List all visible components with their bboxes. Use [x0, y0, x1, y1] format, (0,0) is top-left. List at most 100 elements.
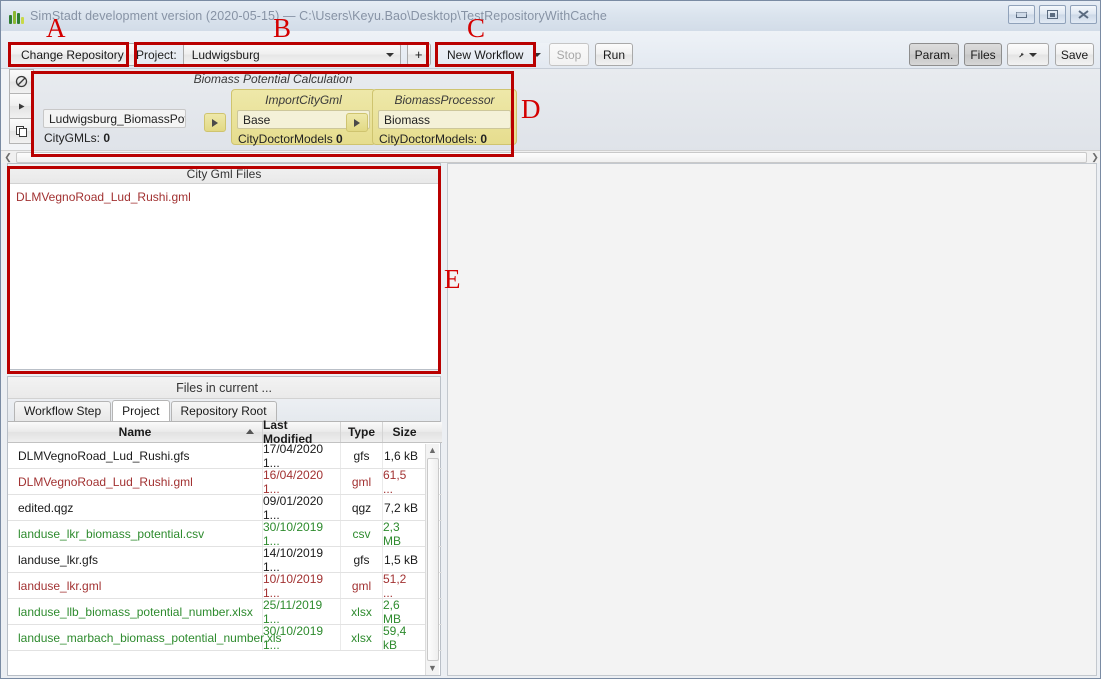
close-icon: [1078, 10, 1089, 19]
cell-type: gfs: [341, 547, 383, 572]
table-row[interactable]: landuse_llb_biomass_potential_number.xls…: [8, 598, 442, 626]
node-source-field[interactable]: Ludwigsburg_BiomassPot: [43, 109, 186, 128]
node-importcitygml-title: ImportCityGml: [265, 93, 342, 107]
run-button[interactable]: Run: [595, 43, 633, 66]
minimize-icon: [1016, 12, 1027, 18]
scroll-down-icon[interactable]: ▼: [428, 662, 437, 675]
cell-modified: 30/10/2019 1...: [263, 624, 341, 652]
cell-size: 1,5 kB: [383, 552, 418, 567]
sort-ascending-icon: [246, 429, 254, 434]
tools-dropdown-button[interactable]: [1007, 43, 1049, 66]
city-gml-list-item[interactable]: DLMVegnoRoad_Lud_Rushi.gml: [8, 187, 440, 207]
cell-size: 2,3 MB: [383, 519, 401, 548]
files-table-header-row: Name Last Modified Type Size: [8, 418, 442, 446]
table-row[interactable]: landuse_lkr.gml 10/10/2019 1... gml 51,2 ..…: [8, 572, 442, 600]
column-header-last-modified[interactable]: Last Modified: [263, 418, 341, 446]
files-vertical-scrollbar[interactable]: ▲ ▼: [425, 444, 439, 675]
scrollbar-thumb[interactable]: [426, 458, 439, 661]
workflow-node-biomassprocessor[interactable]: BiomassProcessor Biomass CityDoctorModel…: [372, 89, 517, 146]
maximize-icon: [1047, 10, 1058, 19]
wrench-icon: [1019, 52, 1024, 57]
results-preview-panel[interactable]: [447, 163, 1097, 676]
cell-name: DLMVegnoRoad_Lud_Rushi.gml: [8, 469, 263, 494]
maximize-button[interactable]: [1039, 5, 1066, 24]
table-row[interactable]: landuse_lkr_biomass_potential.csv 30/10/2…: [8, 519, 442, 548]
cell-name: landuse_llb_biomass_potential_number.xls…: [8, 599, 263, 624]
stop-button[interactable]: Stop: [549, 43, 589, 66]
column-header-type[interactable]: Type: [341, 422, 383, 442]
project-dropdown[interactable]: Ludwigsburg: [182, 43, 401, 66]
new-workflow-label: New Workflow: [447, 47, 524, 62]
column-header-name[interactable]: Name: [8, 422, 263, 442]
node-importcitygml-status-label: CityDoctorModels: [238, 132, 337, 146]
files-panel-tabs: Workflow Step Project Repository Root: [8, 399, 440, 422]
files-tab-workflow-step[interactable]: Workflow Step: [14, 401, 112, 421]
table-row[interactable]: edited.qgz 09/01/2020 1... qgz 7,2 kB: [8, 494, 442, 522]
run-step-button[interactable]: [9, 94, 34, 119]
city-gml-files-list[interactable]: DLMVegnoRoad_Lud_Rushi.gml: [8, 184, 440, 207]
cell-size: 1,6 kB: [383, 448, 418, 463]
node-source-status-value: 0: [103, 131, 111, 145]
scrollbar-thumb[interactable]: [16, 151, 1087, 163]
ban-icon: [15, 75, 28, 88]
play-icon: [19, 103, 25, 109]
city-gml-files-header: City Gml Files: [8, 164, 440, 184]
cell-name: edited.qgz: [8, 495, 263, 520]
node-biomassprocessor-field[interactable]: Biomass: [378, 110, 511, 129]
workflow-node-source[interactable]: Ludwigsburg_BiomassPot CityGMLs: 0: [38, 91, 191, 145]
arrow-right-icon: [354, 118, 360, 127]
workflow-connector-1[interactable]: [204, 113, 226, 132]
node-biomassprocessor-status-value: 0: [480, 132, 488, 146]
workflow-horizontal-scrollbar[interactable]: ❮ ❯: [1, 150, 1100, 163]
scroll-up-icon[interactable]: ▲: [428, 444, 437, 457]
save-button[interactable]: Save: [1055, 43, 1094, 66]
city-gml-files-panel: City Gml Files DLMVegnoRoad_Lud_Rushi.gm…: [7, 163, 441, 370]
window-title: SimStadt development version (2020-05-15…: [30, 9, 607, 23]
files-button[interactable]: Files: [964, 43, 1002, 66]
cell-type: qgz: [341, 495, 383, 520]
cell-type: gfs: [341, 443, 383, 468]
arrow-right-icon: [212, 118, 218, 127]
add-project-button[interactable]: +: [406, 43, 431, 66]
node-importcitygml-status-value: 0: [336, 132, 343, 146]
scroll-left-icon[interactable]: ❮: [1, 152, 15, 163]
change-repository-button[interactable]: Change Repository: [9, 43, 136, 66]
workflow-canvas[interactable]: Biomass Potential Calculation Ludwigsbur…: [34, 69, 1100, 151]
chevron-down-icon: [533, 52, 542, 57]
cell-name: landuse_lkr.gml: [8, 573, 263, 598]
duplicate-step-button[interactable]: [9, 119, 34, 144]
app-logo-icon: [9, 9, 24, 24]
new-workflow-wrapper: New Workflow: [438, 43, 551, 66]
chevron-down-icon: [1029, 52, 1037, 57]
copy-icon: [16, 125, 27, 137]
table-row[interactable]: DLMVegnoRoad_Lud_Rushi.gml 16/04/2020 1..…: [8, 468, 442, 496]
change-repository-wrapper: Change Repository: [9, 43, 136, 66]
node-biomassprocessor-status: CityDoctorModels: 0: [379, 132, 516, 146]
cell-type: xlsx: [341, 599, 383, 624]
files-in-current-panel: Files in current ... Workflow Step Projec…: [7, 376, 442, 676]
table-row[interactable]: DLMVegnoRoad_Lud_Rushi.gfs 17/04/2020 1..…: [8, 442, 442, 470]
left-column: City Gml Files DLMVegnoRoad_Lud_Rushi.gm…: [7, 163, 442, 676]
column-header-size[interactable]: Size: [383, 422, 426, 442]
close-button[interactable]: [1070, 5, 1097, 24]
new-workflow-dropdown[interactable]: New Workflow: [438, 43, 551, 66]
workflow-connector-2[interactable]: [346, 113, 368, 132]
cell-modified: 10/10/2019 1...: [263, 572, 341, 600]
cell-modified: 16/04/2020 1...: [263, 468, 341, 496]
cell-modified: 25/11/2019 1...: [263, 598, 341, 626]
files-tab-project[interactable]: Project: [112, 400, 170, 421]
column-header-name-label: Name: [118, 425, 152, 439]
title-bar: SimStadt development version (2020-05-15…: [1, 1, 1100, 31]
table-row[interactable]: landuse_marbach_biomass_potential_number…: [8, 624, 442, 652]
chevron-down-icon: [385, 52, 394, 57]
files-tab-repository-root[interactable]: Repository Root: [170, 401, 277, 421]
cell-name: DLMVegnoRoad_Lud_Rushi.gfs: [8, 443, 263, 468]
param-button[interactable]: Param.: [909, 43, 959, 66]
table-row[interactable]: landuse_lkr.gfs 14/10/2019 1... gfs 1,5 kB: [8, 546, 442, 574]
scroll-right-icon[interactable]: ❯: [1088, 152, 1100, 163]
cell-name: landuse_marbach_biomass_potential_number…: [8, 625, 282, 650]
disable-step-button[interactable]: [9, 69, 34, 94]
node-biomassprocessor-status-label: CityDoctorModels:: [379, 132, 481, 146]
minimize-button[interactable]: [1008, 5, 1035, 24]
files-panel-header: Files in current ...: [8, 377, 440, 399]
